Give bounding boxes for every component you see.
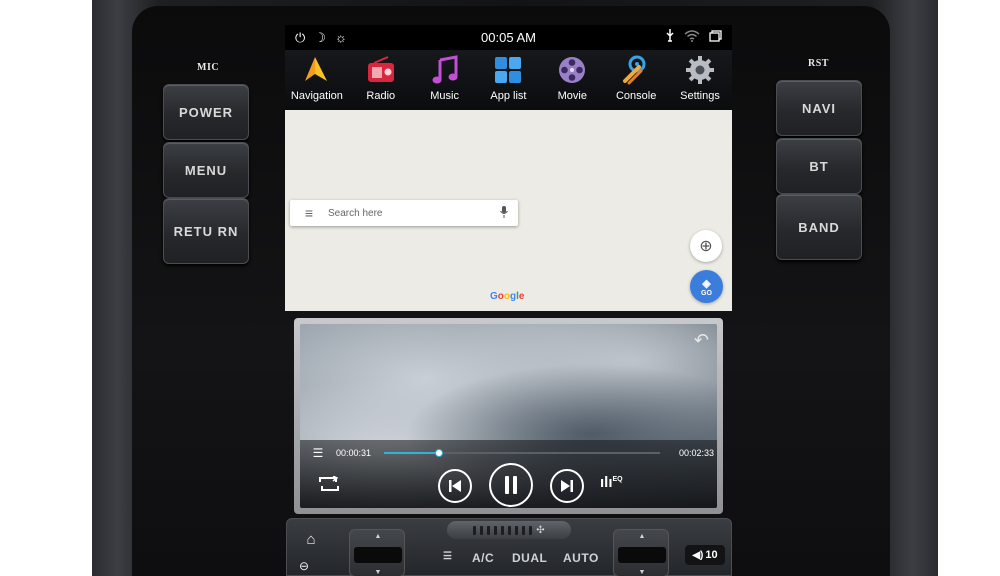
app-movie[interactable]: Movie xyxy=(541,54,603,102)
power-button-label: POWER xyxy=(178,104,234,120)
seek-bar-fill xyxy=(384,452,440,454)
volume-indicator[interactable]: ◀) 10 xyxy=(685,545,725,565)
return-button-label: RETU RN xyxy=(173,223,239,239)
status-bar: ⏻ ☽ ☼ 00:05 AM xyxy=(285,25,732,50)
go-label: GO xyxy=(701,289,712,297)
band-button[interactable]: BAND xyxy=(776,194,862,260)
progress-row: ☰ 00:00:31 00:02:33 xyxy=(300,446,717,460)
google-logo: Google xyxy=(490,291,525,302)
eq-label: EQ xyxy=(612,476,623,483)
map-search-box[interactable]: ≡ Search here xyxy=(290,200,518,226)
power-icon[interactable]: ⏻ xyxy=(295,30,305,46)
temp-up-icon[interactable]: ▲ xyxy=(614,533,670,540)
playback-buttons: ılıEQ xyxy=(300,463,717,507)
app-music-label: Music xyxy=(430,90,459,102)
band-button-label: BAND xyxy=(798,219,840,235)
console-icon xyxy=(620,54,652,86)
brightness-icon[interactable]: ☼ xyxy=(335,30,347,45)
pause-button[interactable] xyxy=(489,463,533,507)
current-time: 00:00:31 xyxy=(336,448,372,458)
previous-button[interactable] xyxy=(438,469,472,503)
temp-up-icon[interactable]: ▲ xyxy=(350,533,406,540)
return-button[interactable]: RETU RN xyxy=(163,198,249,264)
seek-bar-knob[interactable] xyxy=(435,449,444,457)
app-movie-label: Movie xyxy=(557,90,587,102)
equalizer-icon: ılı xyxy=(600,474,613,491)
music-icon xyxy=(429,54,461,86)
menu-button[interactable]: MENU xyxy=(163,142,249,198)
radio-icon xyxy=(365,54,397,86)
bt-button-label: BT xyxy=(809,158,829,174)
seek-bar[interactable] xyxy=(384,449,660,457)
app-settings[interactable]: Settings xyxy=(669,54,731,102)
temp-down-icon[interactable]: ▼ xyxy=(350,569,406,576)
search-input[interactable]: Search here xyxy=(328,208,490,219)
rst-label: RST xyxy=(808,58,829,69)
app-radio-label: Radio xyxy=(366,90,396,102)
moon-icon[interactable]: ☽ xyxy=(314,30,326,46)
right-temperature-display xyxy=(618,547,666,563)
my-location-button[interactable]: ⊕ xyxy=(690,230,722,262)
pause-icon xyxy=(505,476,517,494)
power-button[interactable]: POWER xyxy=(163,84,249,140)
hamburger-menu-icon[interactable]: ≡ xyxy=(290,205,328,221)
dual-button[interactable]: DUAL xyxy=(512,551,547,565)
fan-icon: ✣ xyxy=(536,524,545,536)
microphone-icon[interactable] xyxy=(490,205,518,221)
right-temperature-rocker[interactable]: ▲ ▼ xyxy=(613,529,669,576)
playlist-icon[interactable]: ☰ xyxy=(300,446,336,460)
app-navigation[interactable]: Navigation xyxy=(286,54,348,102)
app-music[interactable]: Music xyxy=(414,54,476,102)
navi-button[interactable]: NAVI xyxy=(776,80,862,136)
usb-icon xyxy=(665,29,675,46)
crosshair-icon: ⊕ xyxy=(699,238,713,255)
skip-previous-icon xyxy=(449,480,461,492)
auto-button[interactable]: AUTO xyxy=(563,551,599,565)
app-navigation-label: Navigation xyxy=(290,90,343,102)
video-player[interactable]: ↶ ☰ 00:00:31 00:02:33 ılıEQ xyxy=(300,324,717,508)
app-console[interactable]: Console xyxy=(605,54,667,102)
ac-button[interactable]: A/C xyxy=(472,551,494,565)
car-head-unit: MIC POWER MENU RETU RN RST NAVI BT BAND … xyxy=(0,0,1000,576)
back-arrow-icon[interactable]: ↶ xyxy=(694,330,709,351)
app-list-icon xyxy=(492,54,524,86)
home-icon[interactable]: ⌂ xyxy=(295,531,327,555)
mic-label: MIC xyxy=(197,62,220,73)
bt-button[interactable]: BT xyxy=(776,138,862,194)
back-icon[interactable]: ⊖ xyxy=(299,559,309,573)
equalizer-button[interactable]: ılıEQ xyxy=(600,474,623,491)
repeat-icon[interactable] xyxy=(316,475,342,497)
left-temperature-rocker[interactable]: ▲ ▼ xyxy=(349,529,405,576)
wifi-icon xyxy=(684,30,700,45)
directions-icon: ◈ xyxy=(702,277,711,290)
video-player-frame: ↶ ☰ 00:00:31 00:02:33 ılıEQ xyxy=(294,318,723,514)
fan-speed-dial[interactable]: ✣ xyxy=(447,521,571,539)
skip-next-icon xyxy=(561,480,573,492)
app-app-list-label: App list xyxy=(490,90,527,102)
app-radio[interactable]: Radio xyxy=(350,54,412,102)
touch-screen: ⏻ ☽ ☼ 00:05 AM Navigation Radio Music Ap… xyxy=(285,25,732,311)
window-icon[interactable] xyxy=(709,30,722,45)
app-settings-label: Settings xyxy=(680,90,720,102)
temp-down-icon[interactable]: ▼ xyxy=(614,569,670,576)
navigation-icon xyxy=(301,54,333,86)
total-time: 00:02:33 xyxy=(678,448,714,458)
app-bar: Navigation Radio Music App list Movie Co… xyxy=(285,50,732,110)
app-app-list[interactable]: App list xyxy=(477,54,539,102)
volume-level: 10 xyxy=(705,549,718,561)
defrost-icon[interactable]: ☰ xyxy=(443,551,452,562)
next-button[interactable] xyxy=(550,469,584,503)
speaker-icon: ◀) xyxy=(692,549,704,561)
settings-icon xyxy=(684,54,716,86)
player-controls: ☰ 00:00:31 00:02:33 ılıEQ xyxy=(300,440,717,508)
climate-control-panel: ⌂ ⊖ ▲ ▼ ✣ ☰ A/C DUAL AUTO ▲ ▼ ◀) 10 xyxy=(286,518,732,576)
clock: 00:05 AM xyxy=(481,30,536,45)
left-temperature-display xyxy=(354,547,402,563)
movie-icon xyxy=(556,54,588,86)
navi-button-label: NAVI xyxy=(801,100,837,116)
map-view[interactable]: ≡ Search here ⊕ ◈ GO Google xyxy=(285,110,732,311)
menu-button-label: MENU xyxy=(184,162,228,178)
app-console-label: Console xyxy=(615,90,657,102)
go-button[interactable]: ◈ GO xyxy=(690,270,723,303)
